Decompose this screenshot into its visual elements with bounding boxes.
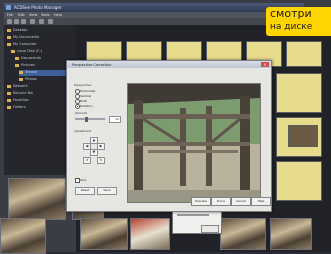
save-button[interactable]: Save xyxy=(97,187,117,195)
done-button[interactable]: Done xyxy=(211,197,231,206)
thumbnail[interactable] xyxy=(276,73,322,113)
tree-item[interactable]: Folders xyxy=(7,105,73,111)
tree-item[interactable]: Recycle Bin xyxy=(7,91,73,97)
folder-icon xyxy=(19,77,23,81)
up-folder-icon[interactable] xyxy=(21,19,26,24)
move-right-button[interactable]: ▶ xyxy=(97,143,105,150)
tree-item[interactable]: My Documents xyxy=(7,35,73,41)
popup-button[interactable] xyxy=(201,225,219,233)
preview-image[interactable] xyxy=(130,218,170,250)
disc-sticker: смотри на диске xyxy=(266,7,331,36)
app-icon xyxy=(6,5,11,10)
tree-item[interactable]: My Computer xyxy=(7,42,73,48)
move-down-button[interactable]: ▼ xyxy=(90,149,98,156)
preview-image[interactable] xyxy=(270,218,312,250)
tree-item[interactable]: Network xyxy=(7,84,73,90)
sticker-line-1: смотри xyxy=(270,7,312,20)
menu-edit[interactable]: Edit xyxy=(18,13,25,17)
dialog-title: Perspective Correction xyxy=(72,62,112,67)
folder-icon xyxy=(7,91,11,95)
tree-item[interactable]: Desktop xyxy=(7,28,73,34)
preview-image[interactable] xyxy=(0,218,46,254)
menu-view[interactable]: View xyxy=(29,13,37,17)
close-icon[interactable]: × xyxy=(261,62,269,67)
popup-text-line xyxy=(177,214,209,216)
folder-icon xyxy=(7,28,11,32)
folder-icon xyxy=(7,84,11,88)
preview-photo xyxy=(127,83,261,203)
title-bar: ACDSee Photo Manager xyxy=(4,3,304,12)
reset-button[interactable]: Reset xyxy=(75,187,95,195)
folder-icon xyxy=(15,63,19,67)
folder-icon xyxy=(7,98,11,102)
preview-button[interactable]: Preview xyxy=(191,197,211,206)
forward-icon[interactable] xyxy=(14,19,19,24)
option-label: Rotation xyxy=(80,103,93,108)
cancel-button[interactable]: Cancel xyxy=(231,197,251,206)
tree-item[interactable]: Favorites xyxy=(7,98,73,104)
option-label: Vertical xyxy=(80,93,92,98)
help-button[interactable]: Help xyxy=(251,197,271,206)
sort-icon[interactable] xyxy=(48,19,53,24)
folder-icon xyxy=(19,70,23,74)
view-icon[interactable] xyxy=(39,19,44,24)
refresh-icon[interactable] xyxy=(30,19,35,24)
preview-image[interactable] xyxy=(220,218,266,250)
thumbnail[interactable] xyxy=(288,125,318,147)
thumbnail[interactable] xyxy=(276,161,322,201)
rotate-right-button[interactable]: ↻ xyxy=(97,157,105,164)
temple-photo xyxy=(128,84,260,202)
tree-item[interactable]: Local Disk (C:) xyxy=(11,49,77,55)
window-title: ACDSee Photo Manager xyxy=(14,5,62,10)
folder-icon xyxy=(7,42,11,46)
dialog-title-bar: Perspective Correction × xyxy=(67,61,271,68)
group-label-perspective: Perspective xyxy=(74,83,92,87)
slider-handle[interactable] xyxy=(85,116,88,122)
option-label: Both xyxy=(80,98,87,103)
menu-help[interactable]: Help xyxy=(54,13,62,17)
amount-slider[interactable] xyxy=(75,118,105,120)
folder-icon xyxy=(7,35,11,39)
amount-value[interactable]: 12 xyxy=(109,115,121,123)
folder-icon xyxy=(15,56,19,60)
preview-image[interactable] xyxy=(8,178,66,220)
option-label: Horizontal xyxy=(80,88,96,93)
menu-tools[interactable]: Tools xyxy=(41,13,50,17)
rotate-left-button[interactable]: ↺ xyxy=(83,157,91,164)
preview-image[interactable] xyxy=(80,218,128,250)
folder-icon xyxy=(11,49,15,53)
thumbnail[interactable] xyxy=(286,41,322,67)
toolbar xyxy=(4,18,304,25)
group-label-adjustment: Adjustment xyxy=(74,129,92,133)
perspective-dialog: Perspective Correction × Perspective Hor… xyxy=(66,60,272,212)
back-icon[interactable] xyxy=(7,19,12,24)
sticker-line-2: на диске xyxy=(270,22,313,32)
amount-label: Amount xyxy=(75,111,87,115)
menu-file[interactable]: File xyxy=(7,13,13,17)
settings-panel: Perspective Horizontal Vertical Both Rot… xyxy=(71,83,123,205)
folder-icon xyxy=(7,105,11,109)
grid-label: Grid xyxy=(80,177,87,182)
